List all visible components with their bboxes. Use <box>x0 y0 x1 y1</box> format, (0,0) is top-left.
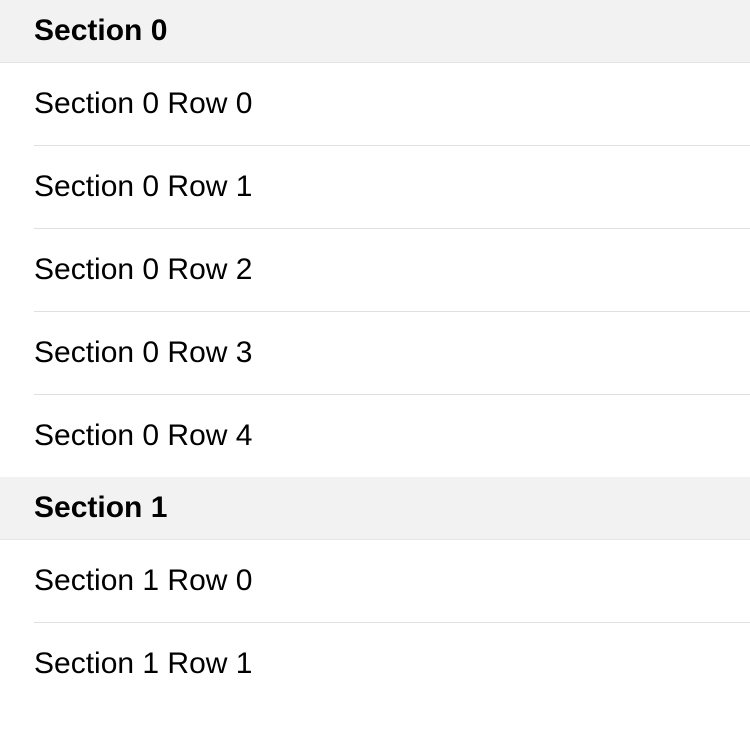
table-view: Section 0 Section 0 Row 0 Section 0 Row … <box>0 0 750 705</box>
table-row-wrapper[interactable]: Section 0 Row 3 <box>0 312 750 395</box>
table-row[interactable]: Section 1 Row 0 <box>34 540 750 623</box>
table-row-wrapper[interactable]: Section 1 Row 0 <box>0 540 750 623</box>
table-row-wrapper[interactable]: Section 0 Row 2 <box>0 229 750 312</box>
table-row-wrapper[interactable]: Section 0 Row 1 <box>0 146 750 229</box>
section-0: Section 0 Section 0 Row 0 Section 0 Row … <box>0 0 750 477</box>
table-row-wrapper[interactable]: Section 0 Row 0 <box>0 63 750 146</box>
table-row[interactable]: Section 0 Row 4 <box>34 395 750 477</box>
table-row[interactable]: Section 1 Row 1 <box>34 623 750 705</box>
table-row-wrapper[interactable]: Section 1 Row 1 <box>0 623 750 705</box>
table-row[interactable]: Section 0 Row 1 <box>34 146 750 229</box>
section-1: Section 1 Section 1 Row 0 Section 1 Row … <box>0 477 750 705</box>
section-header-0: Section 0 <box>0 0 750 63</box>
table-row[interactable]: Section 0 Row 3 <box>34 312 750 395</box>
section-header-1: Section 1 <box>0 477 750 540</box>
table-row[interactable]: Section 0 Row 0 <box>34 63 750 146</box>
table-row[interactable]: Section 0 Row 2 <box>34 229 750 312</box>
table-row-wrapper[interactable]: Section 0 Row 4 <box>0 395 750 477</box>
